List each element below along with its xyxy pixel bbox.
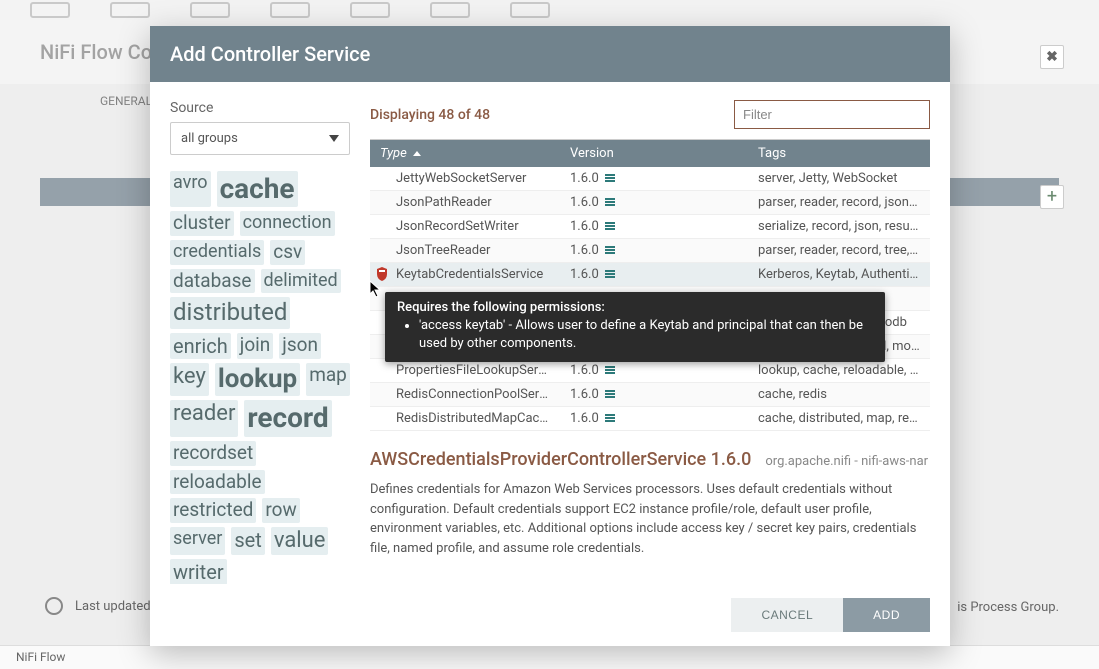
tag-set[interactable]: set — [231, 527, 264, 556]
cell-tags: server, Jetty, WebSocket — [748, 167, 930, 190]
detail-description: Defines credentials for Amazon Web Servi… — [370, 480, 930, 558]
tag-server[interactable]: server — [170, 527, 225, 556]
tag-json[interactable]: json — [279, 333, 321, 359]
add-button[interactable]: ADD — [843, 598, 930, 632]
tag-cache[interactable]: cache — [217, 171, 298, 207]
services-grid: Type Version Tags JettyWebSocketServer1.… — [370, 139, 930, 431]
cell-type: JsonTreeReader — [370, 239, 560, 262]
refresh-icon — [45, 597, 63, 615]
tag-writer[interactable]: writer — [170, 559, 227, 584]
table-row[interactable]: RedisDistributedMapCache...1.6.0cache, d… — [370, 407, 930, 431]
tag-recordset[interactable]: recordset — [170, 441, 256, 466]
bg-last-updated: Last updated: — [45, 597, 154, 615]
detail-nar: org.apache.nifi - nifi-aws-nar — [765, 454, 928, 469]
tag-credentials[interactable]: credentials — [170, 240, 264, 265]
tooltip-title: Requires the following permissions: — [397, 300, 873, 315]
cell-type: JsonPathReader — [370, 191, 560, 214]
tag-restricted[interactable]: restricted — [170, 498, 256, 523]
cell-version: 1.6.0 — [560, 239, 748, 262]
table-row[interactable]: JsonTreeReader1.6.0parser, reader, recor… — [370, 239, 930, 263]
displaying-count: Displaying 48 of 48 — [370, 107, 490, 123]
list-icon — [605, 270, 615, 280]
cursor-icon — [369, 280, 383, 298]
cell-tags: Kerberos, Keytab, Authenticati... — [748, 263, 930, 286]
shield-icon — [376, 267, 388, 281]
tag-distributed[interactable]: distributed — [170, 297, 290, 328]
tag-value[interactable]: value — [271, 527, 329, 556]
bg-add-button: + — [1040, 185, 1064, 209]
cell-tags: parser, reader, record, tree, json — [748, 239, 930, 262]
tag-map[interactable]: map — [306, 363, 350, 397]
cell-tags: cache, distributed, map, redis — [748, 407, 930, 430]
cell-type: RedisConnectionPoolService — [370, 383, 560, 406]
table-row[interactable]: JsonPathReader1.6.0parser, reader, recor… — [370, 191, 930, 215]
source-label: Source — [170, 100, 350, 116]
chevron-down-icon — [329, 135, 339, 142]
cell-type: JsonRecordSetWriter — [370, 215, 560, 238]
cell-type: PropertiesFileLookupService — [370, 359, 560, 382]
modal-title: Add Controller Service — [150, 26, 950, 82]
tag-enrich[interactable]: enrich — [170, 333, 231, 359]
bg-close-button: ✖ — [1040, 45, 1064, 69]
col-type[interactable]: Type — [370, 140, 560, 167]
cancel-button[interactable]: CANCEL — [731, 598, 843, 632]
col-version[interactable]: Version — [560, 140, 748, 167]
table-row[interactable]: KeytabCredentialsService1.6.0Kerberos, K… — [370, 263, 930, 287]
cell-type: JettyWebSocketServer — [370, 167, 560, 190]
cell-tags: lookup, cache, reloadable, enric... — [748, 359, 930, 382]
detail-panel: AWSCredentialsProviderControllerService … — [370, 449, 930, 558]
cell-version: 1.6.0 — [560, 407, 748, 430]
cell-version: 1.6.0 — [560, 215, 748, 238]
cell-version: 1.6.0 — [560, 383, 748, 406]
list-icon — [605, 222, 615, 232]
tag-join[interactable]: join — [237, 333, 274, 359]
breadcrumb: NiFi Flow — [0, 645, 1099, 669]
cell-tags: cache, redis — [748, 383, 930, 406]
list-icon — [605, 366, 615, 376]
bg-footer-right: is Process Group. — [957, 600, 1059, 615]
source-select-value: all groups — [181, 131, 238, 146]
tag-delimited[interactable]: delimited — [261, 269, 341, 294]
tag-connection[interactable]: connection — [240, 211, 335, 236]
cell-tags: serialize, record, json, resultset,... — [748, 215, 930, 238]
cell-version: 1.6.0 — [560, 263, 748, 286]
table-row[interactable]: RedisConnectionPoolService1.6.0cache, re… — [370, 383, 930, 407]
list-icon — [605, 390, 615, 400]
tag-database[interactable]: database — [170, 269, 255, 294]
table-row[interactable]: JsonRecordSetWriter1.6.0serialize, recor… — [370, 215, 930, 239]
tag-reader[interactable]: reader — [170, 400, 238, 436]
table-row[interactable]: JettyWebSocketServer1.6.0server, Jetty, … — [370, 167, 930, 191]
table-row[interactable]: PropertiesFileLookupService1.6.0lookup, … — [370, 359, 930, 383]
tooltip-item: 'access keytab' - Allows user to define … — [419, 317, 873, 352]
cell-type: KeytabCredentialsService — [370, 263, 560, 286]
list-icon — [605, 174, 615, 184]
list-icon — [605, 198, 615, 208]
tag-key[interactable]: key — [170, 363, 209, 397]
list-icon — [605, 414, 615, 424]
tag-record[interactable]: record — [244, 400, 331, 436]
tag-lookup[interactable]: lookup — [215, 363, 300, 397]
tag-row[interactable]: row — [262, 498, 299, 523]
cell-version: 1.6.0 — [560, 167, 748, 190]
cell-version: 1.6.0 — [560, 359, 748, 382]
cell-type: RedisDistributedMapCache... — [370, 407, 560, 430]
list-icon — [605, 246, 615, 256]
tag-cloud: avrocache clusterconnection credentialscsv… — [170, 171, 350, 584]
tag-reloadable[interactable]: reloadable — [170, 470, 265, 495]
filter-input[interactable] — [734, 100, 930, 129]
permission-tooltip: Requires the following permissions: 'acc… — [385, 292, 885, 362]
cell-version: 1.6.0 — [560, 191, 748, 214]
source-select[interactable]: all groups — [170, 122, 350, 155]
tag-cluster[interactable]: cluster — [170, 211, 234, 236]
tag-avro[interactable]: avro — [170, 171, 211, 207]
sort-asc-icon — [413, 151, 421, 156]
tag-csv[interactable]: csv — [270, 240, 305, 265]
cell-tags: parser, reader, record, jsonpath,... — [748, 191, 930, 214]
col-tags[interactable]: Tags — [748, 140, 930, 167]
bg-toolbar — [0, 0, 1099, 20]
detail-name: AWSCredentialsProviderControllerService … — [370, 449, 751, 470]
